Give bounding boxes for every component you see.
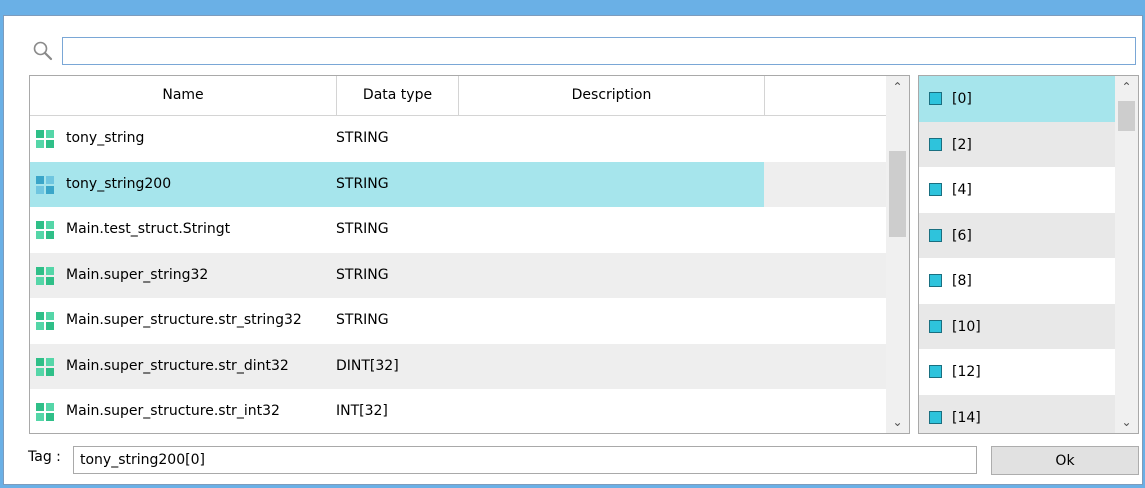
variable-grid-icon (36, 175, 54, 194)
table-row[interactable]: Main.super_string32 STRING (30, 252, 886, 298)
scroll-down-arrow-icon[interactable]: ⌄ (1115, 411, 1138, 433)
search-bar (32, 34, 1136, 68)
index-label: [0] (952, 91, 972, 107)
cell-name: Main.super_structure.str_string32 (66, 312, 302, 328)
grid-vertical-scrollbar[interactable]: ⌃ ⌄ (886, 76, 909, 433)
index-label: [4] (952, 182, 972, 198)
cell-data-type: STRING (336, 221, 389, 237)
scroll-up-arrow-icon[interactable]: ⌃ (1115, 76, 1138, 98)
index-vertical-scrollbar[interactable]: ⌃ ⌄ (1115, 76, 1138, 433)
tag-row: Tag : Ok (4, 442, 1142, 478)
variable-grid-icon (36, 403, 54, 421)
index-label: [10] (952, 318, 981, 335)
index-list-item[interactable]: [8] (919, 258, 1115, 304)
variable-grid-icon (36, 312, 54, 330)
index-square-icon (929, 137, 942, 151)
grid-rows: tony_string STRING tony_string200 STRING Mai… (30, 116, 886, 433)
scroll-thumb[interactable] (1118, 101, 1135, 131)
index-square-icon (929, 228, 942, 242)
table-row[interactable]: Main.super_structure.str_int32 INT[32] (30, 389, 886, 433)
tag-grid: Name Data type Description tony_string ST… (29, 75, 910, 434)
cell-data-type: STRING (336, 312, 389, 328)
index-label: [6] (952, 227, 972, 244)
grid-header: Name Data type Description (30, 76, 886, 116)
index-list-item[interactable]: [14] (919, 394, 1115, 433)
cell-name: tony_string (66, 130, 145, 146)
scroll-down-arrow-icon[interactable]: ⌄ (886, 411, 909, 433)
cell-name: tony_string200 (66, 175, 172, 192)
array-index-list: [0] [2] [4] [6] [8] [10] [12] [14] ⌃ ⌄ (918, 75, 1139, 434)
tag-browser-dialog: Name Data type Description tony_string ST… (3, 15, 1143, 485)
cell-name: Main.super_structure.str_dint32 (66, 357, 289, 374)
table-row[interactable]: tony_string200 STRING (30, 161, 886, 207)
cell-name: Main.test_struct.Stringt (66, 221, 231, 237)
index-square-icon (929, 319, 942, 333)
index-label: [12] (952, 364, 981, 380)
index-square-icon (929, 92, 942, 105)
tag-input[interactable] (73, 446, 977, 474)
search-icon (33, 41, 53, 61)
index-list-item[interactable]: [2] (919, 121, 1115, 167)
index-label: [14] (952, 409, 981, 426)
variable-grid-icon (36, 221, 54, 239)
ok-button[interactable]: Ok (991, 446, 1139, 475)
index-label: [2] (952, 136, 972, 153)
table-row[interactable]: Main.super_structure.str_dint32 DINT[32] (30, 343, 886, 389)
search-input[interactable] (62, 37, 1136, 65)
cell-data-type: STRING (336, 266, 389, 283)
index-label: [8] (952, 273, 972, 289)
table-row[interactable]: tony_string STRING (30, 116, 886, 162)
cell-data-type: INT[32] (336, 403, 388, 419)
index-square-icon (929, 410, 942, 424)
index-list-item[interactable]: [0] (919, 76, 1115, 122)
cell-name: Main.super_string32 (66, 266, 209, 283)
column-header-description[interactable]: Description (459, 76, 765, 115)
variable-grid-icon (36, 266, 54, 285)
index-square-icon (929, 365, 942, 378)
index-square-icon (929, 183, 942, 196)
index-list-item[interactable]: [12] (919, 349, 1115, 395)
index-list-item[interactable]: [10] (919, 303, 1115, 349)
index-items: [0] [2] [4] [6] [8] [10] [12] [14] (919, 76, 1138, 433)
index-square-icon (929, 274, 942, 287)
scroll-thumb[interactable] (889, 151, 906, 237)
table-row[interactable]: Main.test_struct.Stringt STRING (30, 207, 886, 253)
tag-label: Tag : (28, 449, 61, 465)
cell-data-type: STRING (336, 175, 389, 192)
table-row[interactable]: Main.super_structure.str_string32 STRING (30, 298, 886, 344)
cell-name: Main.super_structure.str_int32 (66, 403, 280, 419)
variable-grid-icon (36, 130, 54, 148)
column-header-data-type[interactable]: Data type (337, 76, 459, 115)
index-list-item[interactable]: [4] (919, 167, 1115, 213)
column-header-name[interactable]: Name (30, 76, 337, 115)
variable-grid-icon (36, 357, 54, 376)
index-list-item[interactable]: [6] (919, 212, 1115, 258)
cell-data-type: STRING (336, 130, 389, 146)
cell-data-type: DINT[32] (336, 357, 399, 374)
scroll-up-arrow-icon[interactable]: ⌃ (886, 76, 909, 98)
